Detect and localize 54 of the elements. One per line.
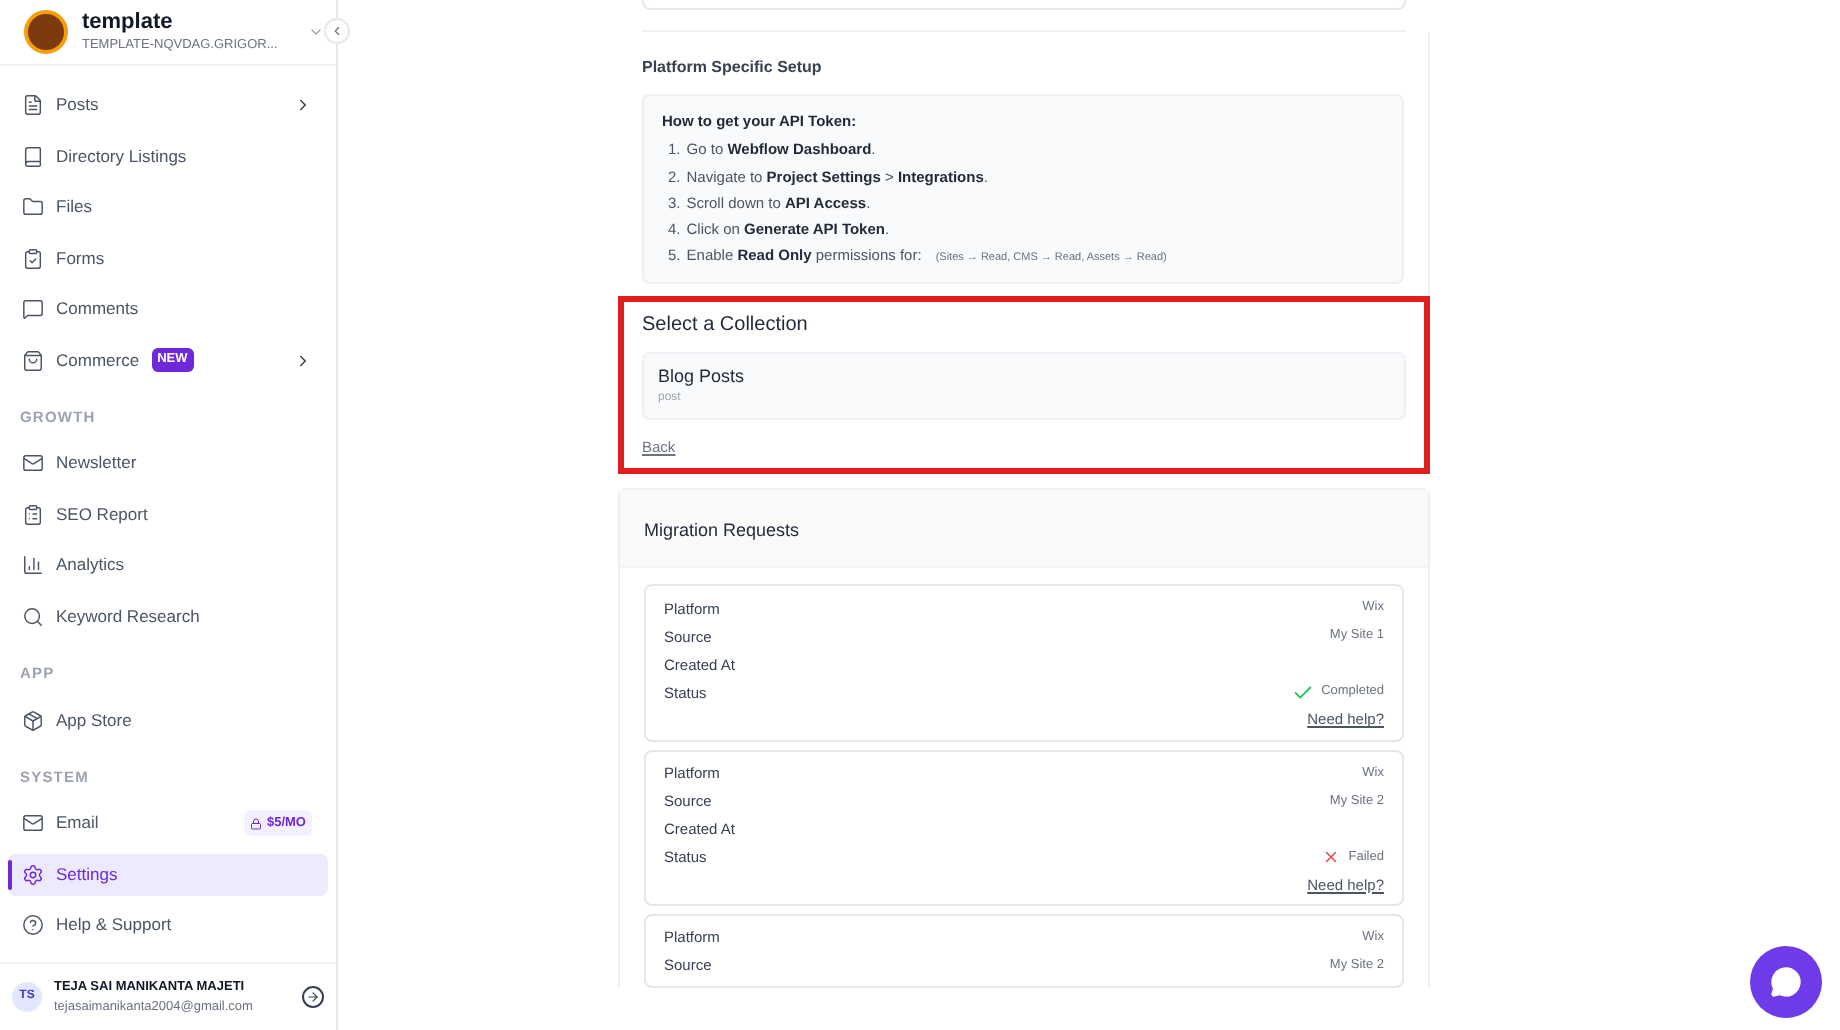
document-icon — [22, 94, 44, 116]
bag-icon — [22, 349, 44, 371]
section-title: Platform Specific Setup — [642, 56, 824, 80]
sidebar-item[interactable]: Analytics — [8, 544, 328, 587]
cross-icon — [1322, 848, 1341, 866]
sidebar-item[interactable]: SEO Report — [8, 493, 328, 536]
speech-bubble-icon — [22, 298, 44, 320]
clipboard-icon — [22, 503, 44, 526]
item-label: Newsletter — [56, 450, 137, 477]
sidebar-item[interactable]: Comments — [8, 288, 328, 330]
folder-icon — [22, 196, 44, 218]
item-label: Comments — [56, 296, 139, 322]
item-label: Directory Listings — [56, 143, 187, 169]
active-indicator — [8, 859, 12, 890]
bar-chart-icon — [22, 554, 44, 577]
settings-icon — [22, 863, 44, 886]
item-label: Keyword Research — [56, 603, 200, 630]
sidebar-item[interactable]: Keyword Research — [8, 595, 328, 638]
help-icon — [22, 914, 44, 937]
check-icon — [1291, 681, 1314, 704]
sidebar-item[interactable]: Settings — [8, 853, 328, 896]
item-label: SEO Report — [56, 501, 148, 528]
chat-icon — [1770, 966, 1802, 998]
sidebar-item[interactable]: Newsletter — [8, 442, 328, 485]
collection-name: Blog Posts — [658, 363, 747, 390]
item-label: Settings — [56, 861, 118, 888]
section-title: Select a Collection — [642, 311, 810, 339]
sidebar-item[interactable]: App Store — [8, 699, 328, 741]
envelope-icon — [22, 812, 44, 835]
sidebar-item[interactable]: Forms — [8, 237, 328, 279]
item-label: Help & Support — [56, 912, 172, 939]
sidebar-item[interactable]: Directory Listings — [8, 135, 328, 177]
panel-title: Migration Requests — [644, 520, 800, 541]
sidebar-item[interactable]: Help & Support — [8, 904, 328, 947]
arrow-right-icon — [306, 990, 320, 1004]
book-icon — [22, 145, 44, 167]
workspace-logo — [24, 10, 68, 54]
item-label: Forms — [56, 245, 105, 271]
item-label: Commerce — [56, 347, 140, 373]
envelope-icon — [22, 452, 44, 475]
item-label: Email — [56, 810, 99, 837]
search-icon — [22, 605, 44, 628]
item-label: Files — [56, 194, 92, 220]
logout-icon[interactable] — [302, 986, 324, 1008]
sidebar-item[interactable]: Files — [8, 186, 328, 228]
chevron-left-icon — [330, 24, 344, 38]
item-label: Posts — [56, 92, 99, 118]
item-label: Analytics — [56, 552, 125, 579]
lock-icon — [250, 817, 263, 830]
workspace-name: template — [82, 9, 175, 35]
item-label: App Store — [56, 707, 132, 733]
sidebar-item[interactable]: Posts — [8, 84, 328, 126]
box-icon — [22, 709, 44, 731]
clipboard-check-icon — [22, 247, 44, 269]
